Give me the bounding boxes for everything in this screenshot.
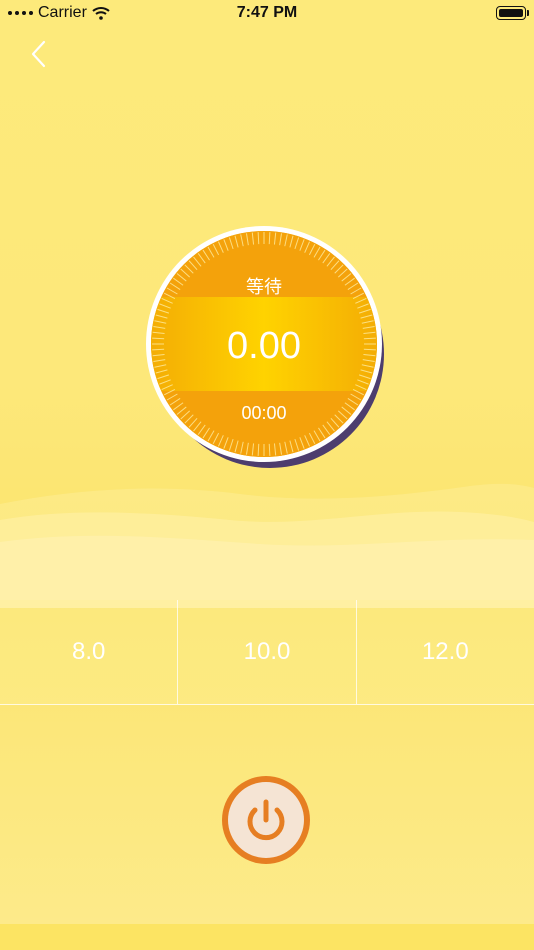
gauge-tick bbox=[161, 384, 173, 391]
gauge-time: 00:00 bbox=[241, 403, 287, 423]
gauge-tick bbox=[188, 260, 198, 271]
status-bar: Carrier 7:47 PM bbox=[0, 0, 534, 26]
gauge-tick bbox=[313, 430, 321, 442]
gauge-tick bbox=[357, 379, 369, 385]
gauge-tick bbox=[245, 233, 249, 246]
battery-icon bbox=[496, 6, 529, 20]
gauge-tick bbox=[355, 297, 367, 304]
gauge-tick bbox=[157, 308, 170, 314]
status-time: 7:47 PM bbox=[236, 4, 298, 21]
gauge-tick bbox=[166, 393, 178, 401]
gauge-tick bbox=[326, 256, 335, 267]
gauge: 等待 0.00 00:00 bbox=[146, 226, 388, 468]
gauge-tick bbox=[360, 369, 373, 374]
gauge-tick bbox=[318, 427, 326, 439]
gauge-tick bbox=[212, 243, 220, 256]
gauge-tick bbox=[257, 443, 260, 456]
gauge-tick bbox=[360, 314, 373, 319]
gauge-tick bbox=[159, 379, 171, 385]
gauge-value: 0.00 bbox=[227, 325, 301, 367]
gauge-tick bbox=[289, 440, 294, 453]
gauge-tick bbox=[308, 243, 316, 256]
gauge-tick bbox=[279, 233, 283, 246]
gauge-tick bbox=[352, 388, 365, 396]
gauge-tick bbox=[157, 374, 170, 380]
gauge-tick bbox=[251, 232, 255, 245]
gauge-tick bbox=[202, 249, 210, 261]
gauge-tick bbox=[355, 384, 367, 391]
gauge-tick bbox=[330, 260, 340, 271]
gauge-tick bbox=[313, 246, 321, 258]
gauge-tick bbox=[257, 232, 260, 245]
gauge-tick bbox=[155, 369, 168, 374]
gauge-tick bbox=[318, 249, 326, 261]
gauge-tick bbox=[361, 320, 374, 324]
gauge-tick bbox=[207, 246, 215, 258]
gauge-tick bbox=[217, 241, 224, 253]
gauge-ring: 等待 0.00 00:00 bbox=[146, 226, 382, 462]
gauge-status: 等待 bbox=[246, 277, 282, 298]
gauge-tick bbox=[289, 235, 294, 248]
gauge-tick bbox=[279, 442, 283, 455]
gauge-tick bbox=[155, 314, 168, 319]
gauge-face: 等待 0.00 00:00 bbox=[151, 231, 377, 457]
gauge-tick bbox=[357, 303, 369, 309]
gauge-tick bbox=[217, 435, 224, 447]
gauge-tick bbox=[304, 435, 311, 447]
gauge-tick bbox=[358, 374, 371, 380]
gauge-tick bbox=[240, 234, 244, 247]
gauge-tick bbox=[322, 253, 331, 264]
gauge-tick bbox=[234, 235, 239, 248]
gauge-tick bbox=[299, 437, 305, 449]
option-10-0[interactable]: 10.0 bbox=[177, 600, 355, 704]
gauge-tick bbox=[154, 320, 167, 324]
bottom-strip bbox=[0, 924, 534, 950]
chevron-left-icon bbox=[31, 40, 46, 68]
back-button[interactable] bbox=[24, 34, 60, 74]
gauge-tick bbox=[159, 303, 171, 309]
gauge-tick bbox=[350, 393, 362, 401]
option-8-0[interactable]: 8.0 bbox=[0, 600, 177, 704]
gauge-tick bbox=[284, 441, 288, 454]
gauge-tick bbox=[193, 256, 202, 267]
gauge-tick bbox=[294, 438, 300, 451]
gauge-tick bbox=[358, 308, 371, 314]
gauge-tick bbox=[268, 232, 271, 245]
gauge-tick bbox=[322, 424, 331, 435]
power-icon bbox=[247, 799, 285, 841]
gauge-tick bbox=[223, 437, 229, 449]
gauge-tick bbox=[197, 424, 206, 435]
level-options: 8.0 10.0 12.0 bbox=[0, 600, 534, 705]
gauge-tick bbox=[294, 237, 300, 250]
gauge-tick bbox=[273, 443, 277, 456]
gauge-tick bbox=[234, 440, 239, 453]
gauge-tick bbox=[228, 237, 234, 250]
gauge-tick bbox=[240, 441, 244, 454]
gauge-tick bbox=[304, 241, 311, 253]
gauge-tick bbox=[163, 388, 176, 396]
gauge-tick bbox=[207, 430, 215, 442]
gauge-tick bbox=[308, 432, 316, 445]
gauge-tick bbox=[223, 239, 229, 251]
gauge-tick bbox=[202, 427, 210, 439]
gauge-tick bbox=[161, 297, 173, 304]
option-12-0[interactable]: 12.0 bbox=[355, 600, 534, 704]
wave-decoration bbox=[0, 483, 534, 608]
gauge-tick bbox=[273, 232, 277, 245]
gauge-tick bbox=[228, 438, 234, 451]
gauge-tick bbox=[197, 253, 206, 264]
gauge-tick bbox=[212, 432, 220, 445]
gauge-tick bbox=[284, 234, 288, 247]
gauge-tick bbox=[268, 443, 271, 456]
gauge-tick bbox=[245, 442, 249, 455]
gauge-tick bbox=[299, 239, 305, 251]
gauge-tick bbox=[251, 443, 255, 456]
power-button[interactable] bbox=[222, 776, 310, 864]
